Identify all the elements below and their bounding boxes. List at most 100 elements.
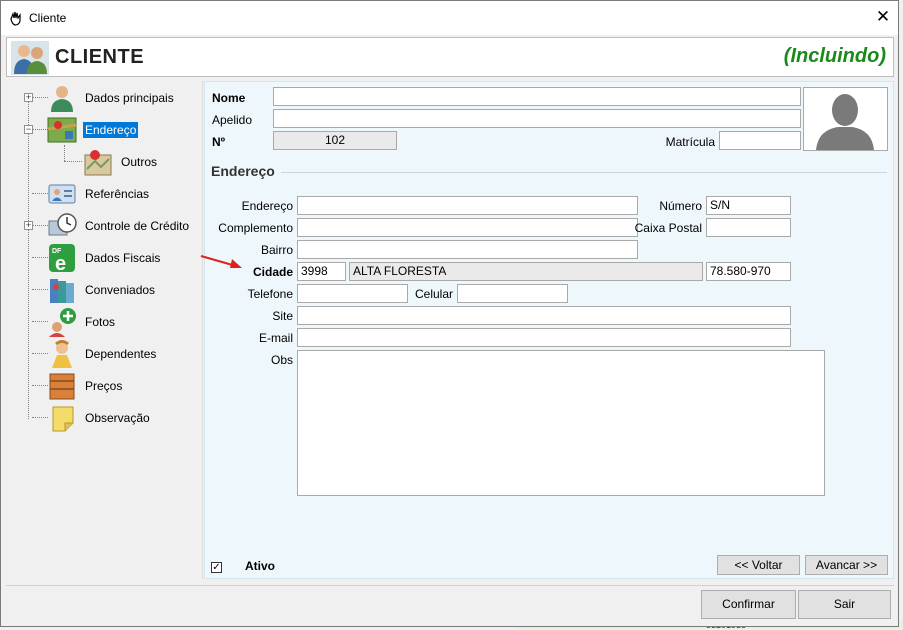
site-field[interactable] [297, 306, 791, 325]
credit-clock-icon [48, 213, 77, 236]
email-field[interactable] [297, 328, 791, 347]
telefone-field[interactable] [297, 284, 408, 303]
form-panel: Nome Apelido Nº 102 Matrícula Endereço E… [204, 81, 894, 579]
caixa-postal-field[interactable] [706, 218, 791, 237]
celular-label: Celular [414, 287, 453, 301]
children-icon [52, 340, 72, 368]
id-card-icon [48, 184, 76, 204]
tree-item-endereco[interactable]: Endereço [47, 115, 139, 145]
apelido-label: Apelido [212, 113, 253, 127]
footer-divider [6, 585, 894, 586]
confirmar-button[interactable]: Confirmar [701, 590, 796, 619]
books-icon [50, 279, 74, 303]
tree-line [28, 99, 29, 419]
tree-item-label: Controle de Crédito [85, 219, 190, 233]
tree-line [32, 385, 48, 386]
tree-item-label: Referências [85, 187, 150, 201]
clients-icon [11, 41, 49, 78]
tree-item-label: Conveniados [85, 283, 156, 297]
fiscal-e-icon: DFe [49, 244, 75, 273]
numero-cliente-field: 102 [273, 131, 397, 150]
tree-item-label: Outros [121, 155, 158, 169]
tree-item-label: Preços [85, 379, 123, 393]
site-label: Site [272, 309, 293, 323]
matricula-label: Matrícula [665, 135, 715, 149]
tree-line [64, 161, 82, 162]
complemento-label: Complemento [218, 221, 293, 235]
tree-item-controle-credito[interactable]: Controle de Crédito [47, 211, 191, 241]
mode-status: (Incluindo) [783, 45, 886, 67]
tree-item-label: Dados principais [85, 91, 174, 105]
collapse-toggle[interactable]: − [24, 125, 33, 134]
nome-label: Nome [212, 91, 246, 105]
tree-item-conveniados[interactable]: Conveniados [47, 275, 157, 305]
note-icon [52, 406, 74, 432]
tree-line [32, 97, 48, 98]
endereco-field[interactable] [297, 196, 638, 215]
cliente-window: Cliente ✕ CLIENTE (Incluindo) + − + Dado… [0, 0, 899, 627]
map-pin-icon [84, 150, 112, 176]
caixa-postal-label: Caixa Postal [634, 221, 702, 235]
voltar-button[interactable]: << Voltar [717, 555, 800, 575]
form-header: CLIENTE (Incluindo) [6, 37, 894, 77]
tree-item-label: Dependentes [85, 347, 157, 361]
tree-item-precos[interactable]: Preços [47, 371, 124, 401]
complemento-field[interactable] [297, 218, 638, 237]
bairro-field[interactable] [297, 240, 638, 259]
person-silhouette-icon [804, 88, 887, 150]
obs-label: Obs [270, 353, 293, 367]
form-title: CLIENTE [55, 46, 145, 68]
expand-toggle[interactable]: + [24, 93, 33, 102]
section-title: Endereço [211, 163, 275, 179]
tree-item-referencias[interactable]: Referências [47, 179, 151, 209]
svg-text:e: e [55, 253, 66, 273]
email-label: E-mail [258, 331, 293, 345]
tree-line [32, 257, 48, 258]
cidade-name-field: ALTA FLORESTA [349, 262, 703, 281]
tree-line [32, 225, 48, 226]
tree-item-dependentes[interactable]: Dependentes [47, 339, 158, 369]
tree-item-dados-principais[interactable]: Dados principais [47, 83, 176, 113]
tree-item-dados-fiscais[interactable]: DF e Dados Fiscais [47, 243, 162, 273]
title-bar: Cliente ✕ [1, 1, 898, 35]
section-divider [281, 172, 887, 173]
person-icon [51, 86, 73, 112]
tree-item-outros[interactable]: Outros [83, 147, 159, 177]
avancar-button[interactable]: Avancar >> [805, 555, 888, 575]
numero-label: Número [659, 199, 702, 213]
close-button[interactable]: ✕ [873, 7, 893, 27]
endereco-label: Endereço [241, 199, 293, 213]
tree-line [32, 353, 48, 354]
obs-textarea[interactable] [297, 350, 825, 496]
box-icon [49, 373, 75, 400]
add-photo-icon [49, 308, 76, 337]
navigation-tree: + − + Dados principais Endereço Outros R… [7, 81, 203, 579]
tree-item-label: Endereço [83, 122, 139, 138]
cep-field[interactable]: 78.580-970 [706, 262, 791, 281]
tree-line [32, 193, 48, 194]
hand-icon [8, 10, 24, 29]
matricula-field[interactable] [719, 131, 801, 150]
sair-button[interactable]: Sair [798, 590, 891, 619]
ativo-label: Ativo [245, 559, 275, 573]
window-title: Cliente [29, 11, 67, 25]
nome-field[interactable] [273, 87, 801, 106]
numero-field[interactable]: S/N [706, 196, 791, 215]
tree-line [32, 129, 48, 130]
ativo-checkbox[interactable]: ✓ [211, 562, 222, 573]
tree-item-label: Dados Fiscais [85, 251, 161, 265]
cidade-code-field[interactable]: 3998 [297, 262, 346, 281]
tree-item-observacao[interactable]: Observação [47, 403, 152, 433]
apelido-field[interactable] [273, 109, 801, 128]
tree-item-label: Fotos [85, 315, 116, 329]
red-arrow-annotation [200, 255, 242, 268]
tree-item-fotos[interactable]: Fotos [47, 307, 117, 337]
celular-field[interactable] [457, 284, 568, 303]
client-photo[interactable] [803, 87, 888, 151]
tree-line [64, 145, 65, 161]
expand-toggle[interactable]: + [24, 221, 33, 230]
tree-line [32, 417, 48, 418]
telefone-label: Telefone [247, 287, 293, 301]
numero-cliente-label: Nº [212, 135, 226, 149]
tree-item-label: Observação [85, 411, 150, 425]
